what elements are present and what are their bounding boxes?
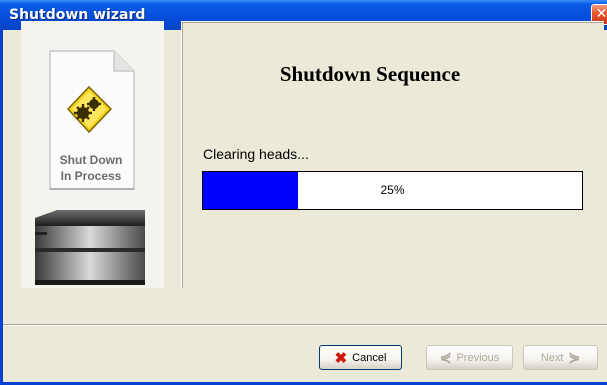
sidebar-status-caption: Shut Down In Process bbox=[44, 152, 138, 184]
back-arrow-icon: ⋞ bbox=[439, 349, 452, 365]
page-title: Shutdown Sequence bbox=[279, 62, 461, 86]
cancel-button-label: Cancel bbox=[352, 351, 387, 364]
previous-button-label: Previous bbox=[456, 351, 500, 364]
caption-line-2: In Process bbox=[60, 169, 122, 183]
button-separator bbox=[3, 324, 607, 326]
shutdown-wizard-window: Shutdown wizard ✕ Shut Down In Process S… bbox=[0, 0, 607, 385]
next-button[interactable]: Next ⋟ bbox=[523, 345, 598, 370]
cancel-button[interactable]: ✖ Cancel bbox=[319, 345, 402, 370]
printer-icon bbox=[35, 210, 145, 285]
progress-label: 25% bbox=[380, 183, 405, 197]
previous-button[interactable]: ⋞ Previous bbox=[426, 345, 513, 370]
caption-line-1: Shut Down bbox=[59, 153, 123, 167]
cancel-x-icon: ✖ bbox=[334, 349, 348, 367]
gears-icon bbox=[67, 86, 112, 133]
progress-bar: 25% bbox=[202, 171, 583, 210]
forward-arrow-icon: ⋟ bbox=[568, 349, 581, 365]
status-text: Clearing heads... bbox=[203, 146, 309, 162]
next-button-label: Next bbox=[540, 351, 564, 364]
